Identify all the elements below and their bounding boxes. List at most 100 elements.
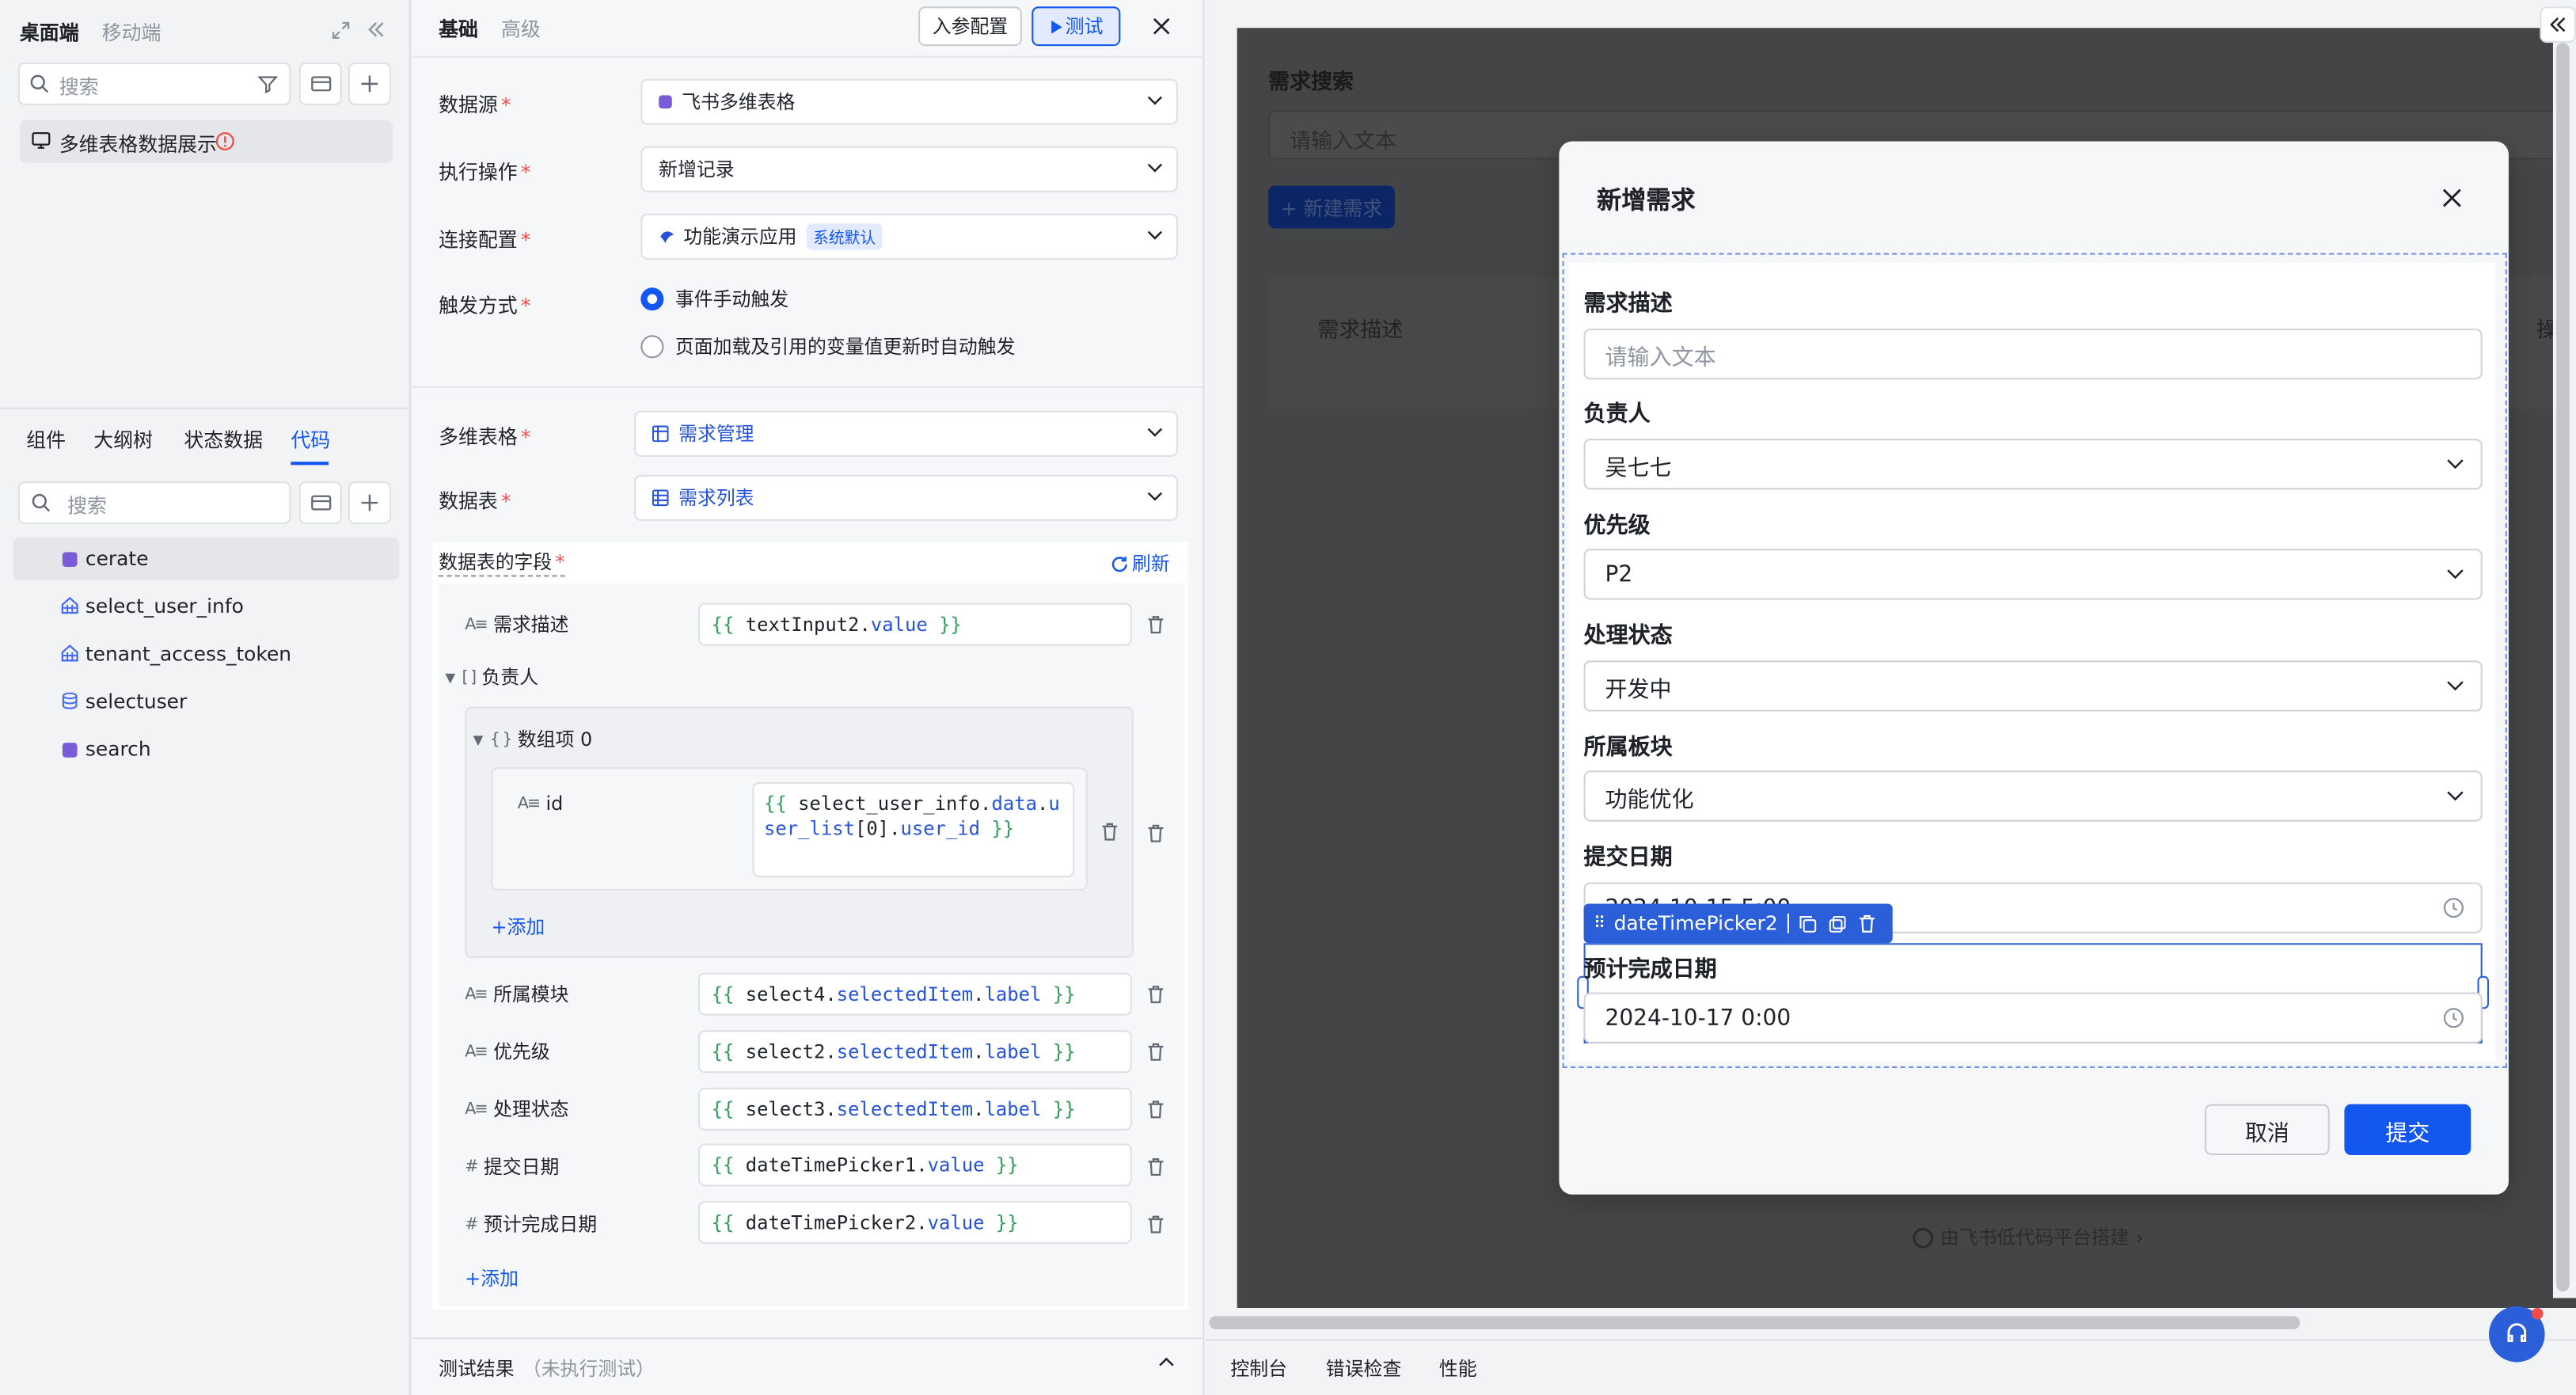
- preview-search-placeholder: 请输入文本: [1290, 129, 1397, 155]
- horizontal-scrollbar-thumb[interactable]: [1209, 1316, 2301, 1329]
- add-field-button[interactable]: +添加: [465, 1265, 519, 1291]
- double-chevron-left-icon: [2550, 17, 2566, 32]
- bitable-value: 需求管理: [678, 422, 754, 446]
- trash-icon[interactable]: [1100, 822, 1119, 842]
- cancel-button[interactable]: 取消: [2204, 1104, 2330, 1155]
- duplicate-icon[interactable]: [1829, 914, 1847, 933]
- page-search-box[interactable]: 搜索: [17, 62, 291, 105]
- submit-button[interactable]: 提交: [2344, 1104, 2472, 1155]
- field-expression-input[interactable]: {{ textInput2.value }}: [697, 602, 1132, 646]
- trash-icon[interactable]: [1147, 1214, 1165, 1234]
- tab-console[interactable]: 控制台: [1230, 1355, 1287, 1382]
- id-expression-input[interactable]: {{ select_user_info.data.user_list[0].us…: [752, 781, 1075, 878]
- due-date-picker[interactable]: 2024-10-17 0:00: [1583, 992, 2483, 1043]
- tab-mobile[interactable]: 移动端: [102, 18, 161, 46]
- tab-components[interactable]: 组件: [26, 426, 66, 454]
- submit-date-label: 提交日期: [1583, 844, 1673, 871]
- trash-icon[interactable]: [1147, 984, 1165, 1004]
- filter-icon[interactable]: [257, 74, 278, 94]
- tab-desktop[interactable]: 桌面端: [20, 18, 79, 46]
- field-name: A≡ 需求描述: [465, 613, 569, 637]
- status-value: 开发中: [1605, 676, 1672, 703]
- code-item-selectuser[interactable]: selectuser: [13, 680, 400, 723]
- trash-icon[interactable]: [1147, 614, 1165, 634]
- close-icon[interactable]: [1152, 17, 1172, 36]
- add-page-button[interactable]: [348, 62, 391, 105]
- sheet-select[interactable]: 需求列表: [634, 474, 1178, 521]
- code-item-tenant-access-token[interactable]: tenant_access_token: [13, 633, 400, 675]
- array-item-label[interactable]: ▼{ } 数组项 0: [473, 726, 593, 752]
- test-button[interactable]: 测试: [1032, 6, 1121, 47]
- desc-input[interactable]: 请输入文本: [1583, 329, 2483, 380]
- code-search-box[interactable]: 搜索: [17, 481, 291, 525]
- field-expression-input[interactable]: {{ dateTimePicker2.value }}: [697, 1201, 1132, 1245]
- code-item-select-user-info[interactable]: select_user_info: [13, 585, 400, 628]
- help-chat-button[interactable]: [2489, 1306, 2545, 1363]
- code-item-label: selectuser: [85, 690, 188, 713]
- tab-performance[interactable]: 性能: [1439, 1355, 1477, 1382]
- refresh-button[interactable]: 刷新: [1111, 550, 1170, 576]
- bitable-label: 多维表格 *: [439, 425, 531, 449]
- collapse-preview-button[interactable]: [2540, 6, 2576, 43]
- field-expression-input[interactable]: {{ select3.selectedItem.label }}: [697, 1087, 1132, 1131]
- new-request-button[interactable]: + 新建需求: [1268, 185, 1395, 229]
- powered-by[interactable]: 由飞书低代码平台搭建 ›: [1913, 1224, 2143, 1250]
- trigger-option-auto[interactable]: 页面加载及引用的变量值更新时自动触发: [640, 333, 1016, 359]
- trigger-option-manual[interactable]: 事件手动触发: [640, 286, 788, 312]
- datasource-select[interactable]: 飞书多维表格: [640, 78, 1178, 125]
- sheet-value: 需求列表: [678, 486, 754, 510]
- config-panel: 基础 高级 入参配置 测试 数据源 * 飞书多维表格 执行操作 * 新增记录 连接配…: [412, 0, 1205, 1395]
- tab-basic[interactable]: 基础: [439, 15, 478, 43]
- notification-dot: [2531, 1308, 2544, 1320]
- add-code-button[interactable]: [348, 481, 391, 525]
- trash-icon[interactable]: [1147, 1042, 1165, 1062]
- copy-icon[interactable]: [1799, 914, 1818, 933]
- module-select[interactable]: 功能优化: [1583, 770, 2483, 822]
- chevron-down-icon: [1147, 428, 1164, 437]
- tab-outline[interactable]: 大纲树: [93, 426, 153, 454]
- add-inner-button[interactable]: +添加: [492, 914, 545, 940]
- collapse-left-icon[interactable]: [365, 18, 388, 41]
- trash-icon[interactable]: [1147, 1157, 1165, 1176]
- test-result-label: 测试结果: [439, 1357, 515, 1381]
- tab-advanced[interactable]: 高级: [501, 15, 541, 43]
- radio-checked[interactable]: [640, 287, 664, 311]
- code-item-cerate[interactable]: cerate: [13, 537, 400, 580]
- bitable-select[interactable]: 需求管理: [634, 410, 1178, 457]
- search-icon: [29, 74, 49, 93]
- folder-button[interactable]: [298, 62, 342, 105]
- tab-code[interactable]: 代码: [291, 426, 330, 454]
- field-expression-input[interactable]: {{ dateTimePicker1.value }}: [697, 1143, 1132, 1187]
- trash-icon[interactable]: [1147, 1099, 1165, 1119]
- code-search-placeholder: 搜索: [67, 494, 107, 518]
- page-item[interactable]: 多维表格数据展示: [19, 120, 393, 163]
- radio-unchecked[interactable]: [640, 335, 664, 359]
- drag-handle-icon[interactable]: ⠿: [1594, 914, 1605, 933]
- folder-button[interactable]: [298, 481, 342, 525]
- search-icon: [31, 493, 51, 513]
- fields-title: 数据表的字段 *: [439, 549, 565, 577]
- field-expression-input[interactable]: {{ select4.selectedItem.label }}: [697, 972, 1132, 1016]
- tab-state-data[interactable]: 状态数据: [184, 426, 263, 454]
- connection-select[interactable]: 功能演示应用 系统默认: [640, 213, 1178, 260]
- trash-icon[interactable]: [1147, 823, 1165, 843]
- connection-value: 功能演示应用: [683, 225, 797, 249]
- expand-icon[interactable]: [329, 18, 351, 41]
- status-select[interactable]: 开发中: [1583, 660, 2483, 712]
- divider: [412, 55, 1205, 58]
- priority-select[interactable]: P2: [1583, 549, 2483, 600]
- action-select[interactable]: 新增记录: [640, 146, 1178, 192]
- chevron-up-icon[interactable]: [1158, 1357, 1175, 1366]
- owner-select[interactable]: 吴七七: [1583, 439, 2483, 490]
- code-item-search[interactable]: search: [13, 728, 400, 770]
- tab-error-check[interactable]: 错误检查: [1326, 1355, 1401, 1382]
- modal-title: 新增需求: [1597, 185, 1696, 215]
- field-name-assignee[interactable]: ▼[ ] 负责人: [445, 663, 538, 690]
- close-icon[interactable]: [2441, 188, 2463, 209]
- field-expression-input[interactable]: {{ select2.selectedItem.label }}: [697, 1030, 1132, 1074]
- trash-icon[interactable]: [1858, 914, 1876, 933]
- table-icon: [652, 489, 669, 507]
- params-config-button[interactable]: 入参配置: [918, 6, 1022, 47]
- vertical-scrollbar-thumb[interactable]: [2556, 42, 2570, 1292]
- js-file-icon: [62, 552, 78, 568]
